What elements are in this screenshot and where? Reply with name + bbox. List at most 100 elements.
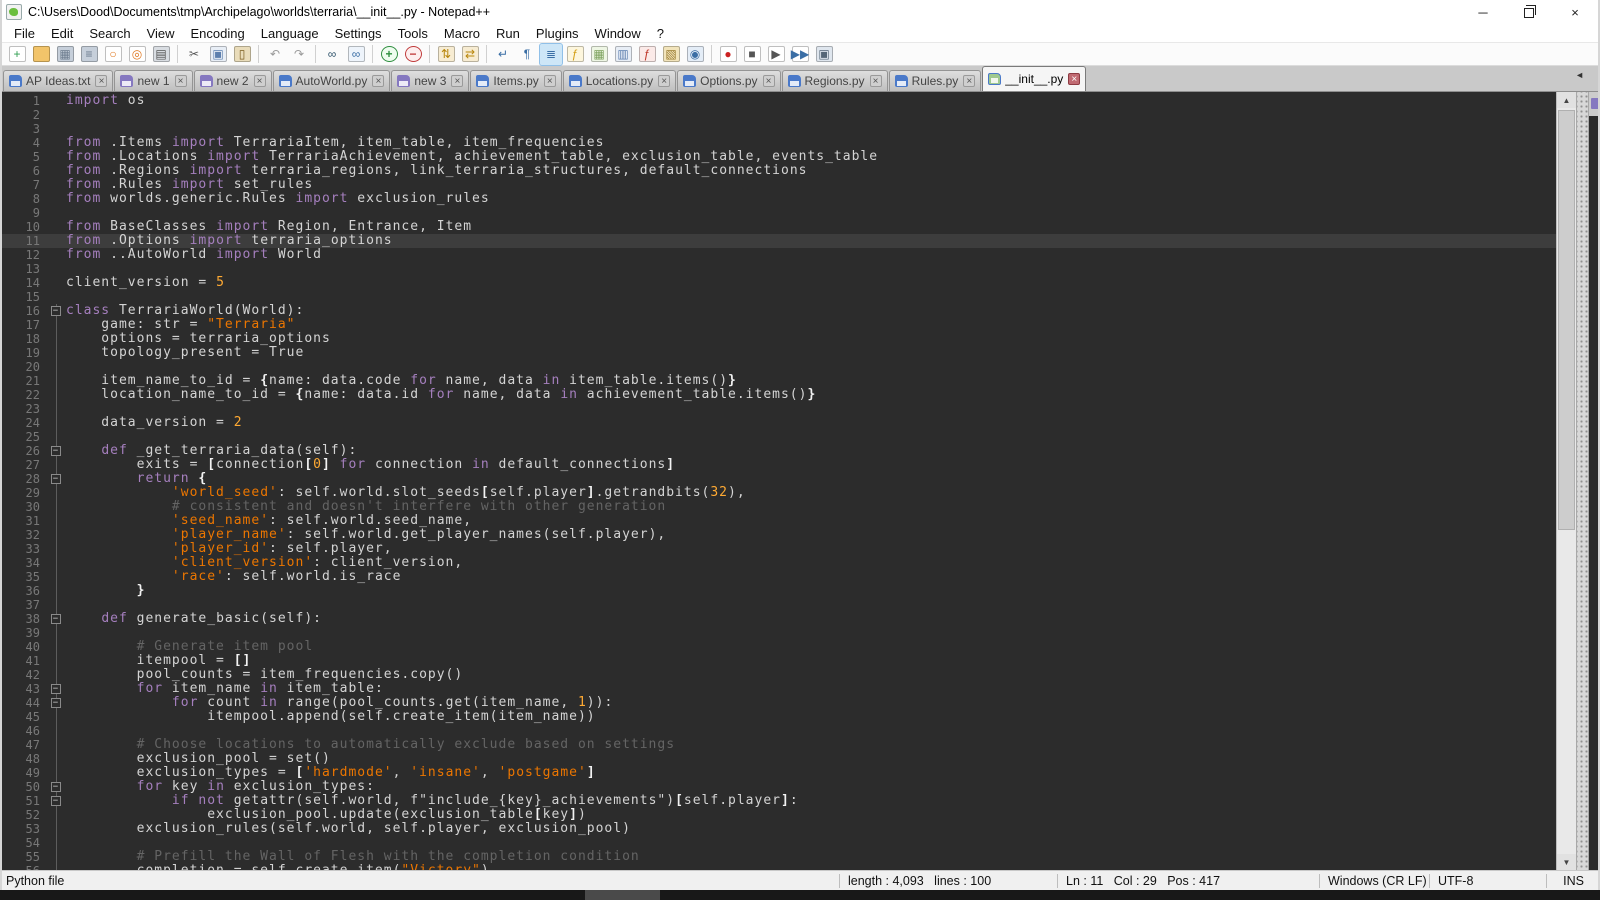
paste-button[interactable]: ▯ xyxy=(231,44,253,65)
tab-autoworld-py[interactable]: AutoWorld.py× xyxy=(273,70,391,91)
function-list-button[interactable]: ƒ xyxy=(636,44,658,65)
open-folder-button[interactable] xyxy=(30,44,52,65)
macro-record-button[interactable]: ● xyxy=(717,44,739,65)
fold-margin[interactable]: − xyxy=(48,780,66,794)
menu-run[interactable]: Run xyxy=(488,24,528,42)
fold-margin[interactable]: − xyxy=(48,472,66,486)
menu-macro[interactable]: Macro xyxy=(436,24,488,42)
find-button[interactable]: ∞ xyxy=(321,44,343,65)
tab-close-icon[interactable]: × xyxy=(451,75,463,87)
fold-collapse-icon[interactable]: − xyxy=(51,306,61,316)
scroll-up-icon[interactable]: ▲ xyxy=(1557,92,1576,108)
show-indent-guide-button[interactable]: ≣ xyxy=(540,44,562,65)
close-button[interactable]: × xyxy=(1552,0,1598,24)
copy-button[interactable]: ▣ xyxy=(207,44,229,65)
macro-save-button[interactable]: ▣ xyxy=(813,44,835,65)
menu-tools[interactable]: Tools xyxy=(390,24,436,42)
tab-close-icon[interactable]: × xyxy=(372,75,384,87)
print-button[interactable]: ▤ xyxy=(150,44,172,65)
tab-__init__-py[interactable]: __init__.py× xyxy=(982,66,1086,91)
sync-horizontal-button[interactable]: ⇄ xyxy=(459,44,481,65)
fold-collapse-icon[interactable]: − xyxy=(51,796,61,806)
redo-button[interactable]: ↷ xyxy=(288,44,310,65)
save-all-button[interactable]: ≡ xyxy=(78,44,100,65)
menu-settings[interactable]: Settings xyxy=(327,24,390,42)
vertical-scrollbar[interactable]: ▲ ▼ xyxy=(1556,92,1576,870)
fold-collapse-icon[interactable]: − xyxy=(51,446,61,456)
zoom-in-button[interactable]: + xyxy=(378,44,400,65)
close-all-docs-button[interactable]: ◎ xyxy=(126,44,148,65)
restore-button[interactable] xyxy=(1506,0,1552,24)
fold-margin[interactable]: − xyxy=(48,612,66,626)
tab-close-icon[interactable]: × xyxy=(544,75,556,87)
word-wrap-button[interactable]: ↵ xyxy=(492,44,514,65)
status-encoding[interactable]: UTF-8 xyxy=(1430,874,1547,888)
fold-margin[interactable]: − xyxy=(48,304,66,318)
menu-plugins[interactable]: Plugins xyxy=(528,24,587,42)
tab-locations-py[interactable]: Locations.py× xyxy=(563,70,676,91)
code-view[interactable]: 1import os234from .Items import Terraria… xyxy=(2,92,1556,870)
tab-close-icon[interactable]: × xyxy=(870,75,882,87)
menu-edit[interactable]: Edit xyxy=(43,24,81,42)
show-paragraph-button[interactable]: ¶ xyxy=(516,44,538,65)
document-map-button[interactable]: ▦ xyxy=(588,44,610,65)
tab-items-py[interactable]: Items.py× xyxy=(470,70,561,91)
fold-collapse-icon[interactable]: − xyxy=(51,782,61,792)
menu-encoding[interactable]: Encoding xyxy=(183,24,253,42)
folder-as-workspace-button[interactable]: ▧ xyxy=(660,44,682,65)
line-number: 33 xyxy=(2,542,48,556)
tab-close-icon[interactable]: × xyxy=(254,75,266,87)
fold-collapse-icon[interactable]: − xyxy=(51,474,61,484)
fold-margin[interactable]: − xyxy=(48,696,66,710)
menu-search[interactable]: Search xyxy=(81,24,138,42)
minimize-button[interactable]: ─ xyxy=(1460,0,1506,24)
macro-play-button[interactable]: ▶ xyxy=(765,44,787,65)
tab-close-icon[interactable]: × xyxy=(658,75,670,87)
close-doc-button[interactable]: ○ xyxy=(102,44,124,65)
cut-button[interactable]: ✂ xyxy=(183,44,205,65)
scroll-down-icon[interactable]: ▼ xyxy=(1557,854,1576,870)
tab-new-1[interactable]: new 1× xyxy=(114,70,192,91)
tab-new-3[interactable]: new 3× xyxy=(391,70,469,91)
fold-margin[interactable]: − xyxy=(48,444,66,458)
monitoring-eye-button[interactable]: ◉ xyxy=(684,44,706,65)
status-insert-mode[interactable]: INS xyxy=(1547,874,1598,888)
tab-ap-ideas-txt[interactable]: AP Ideas.txt× xyxy=(3,70,113,91)
menu-view[interactable]: View xyxy=(139,24,183,42)
save-button[interactable]: ▦ xyxy=(54,44,76,65)
tab-regions-py[interactable]: Regions.py× xyxy=(782,70,888,91)
fold-margin[interactable]: − xyxy=(48,682,66,696)
tab-close-icon[interactable]: × xyxy=(1068,73,1080,85)
fold-collapse-icon[interactable]: − xyxy=(51,684,61,694)
menu-?[interactable]: ? xyxy=(649,24,672,42)
status-eol-format[interactable]: Windows (CR LF) xyxy=(1320,874,1430,888)
replace-button[interactable]: ∞ xyxy=(345,44,367,65)
code-text: from worlds.generic.Rules import exclusi… xyxy=(66,192,1556,206)
fold-margin[interactable]: − xyxy=(48,794,66,808)
zoom-out-button[interactable]: − xyxy=(402,44,424,65)
fold-collapse-icon[interactable]: − xyxy=(51,614,61,624)
new-file-button[interactable]: + xyxy=(6,44,28,65)
function-completion-button[interactable]: ƒ xyxy=(564,44,586,65)
fold-collapse-icon[interactable]: − xyxy=(51,698,61,708)
tab-rules-py[interactable]: Rules.py× xyxy=(889,70,982,91)
view-splitter[interactable] xyxy=(1576,92,1588,870)
menu-window[interactable]: Window xyxy=(587,24,649,42)
tab-close-icon[interactable]: × xyxy=(963,75,975,87)
tab-close-icon[interactable]: × xyxy=(95,75,107,87)
menu-language[interactable]: Language xyxy=(253,24,327,42)
tab-close-icon[interactable]: × xyxy=(763,75,775,87)
tab-scroll-left-icon[interactable]: ◄ xyxy=(1575,70,1584,80)
fold-margin xyxy=(48,192,66,206)
undo-button[interactable]: ↶ xyxy=(264,44,286,65)
tab-options-py[interactable]: Options.py× xyxy=(677,70,780,91)
macro-run-multiple-button[interactable]: ▶▶ xyxy=(789,44,811,65)
tab-new-2[interactable]: new 2× xyxy=(194,70,272,91)
macro-stop-button[interactable]: ■ xyxy=(741,44,763,65)
document-list-button[interactable]: ▥ xyxy=(612,44,634,65)
tab-close-icon[interactable]: × xyxy=(175,75,187,87)
scrollbar-track[interactable] xyxy=(1557,108,1576,854)
sync-vertical-button[interactable]: ⇅ xyxy=(435,44,457,65)
menu-file[interactable]: File xyxy=(6,24,43,42)
scrollbar-thumb[interactable] xyxy=(1558,110,1575,530)
